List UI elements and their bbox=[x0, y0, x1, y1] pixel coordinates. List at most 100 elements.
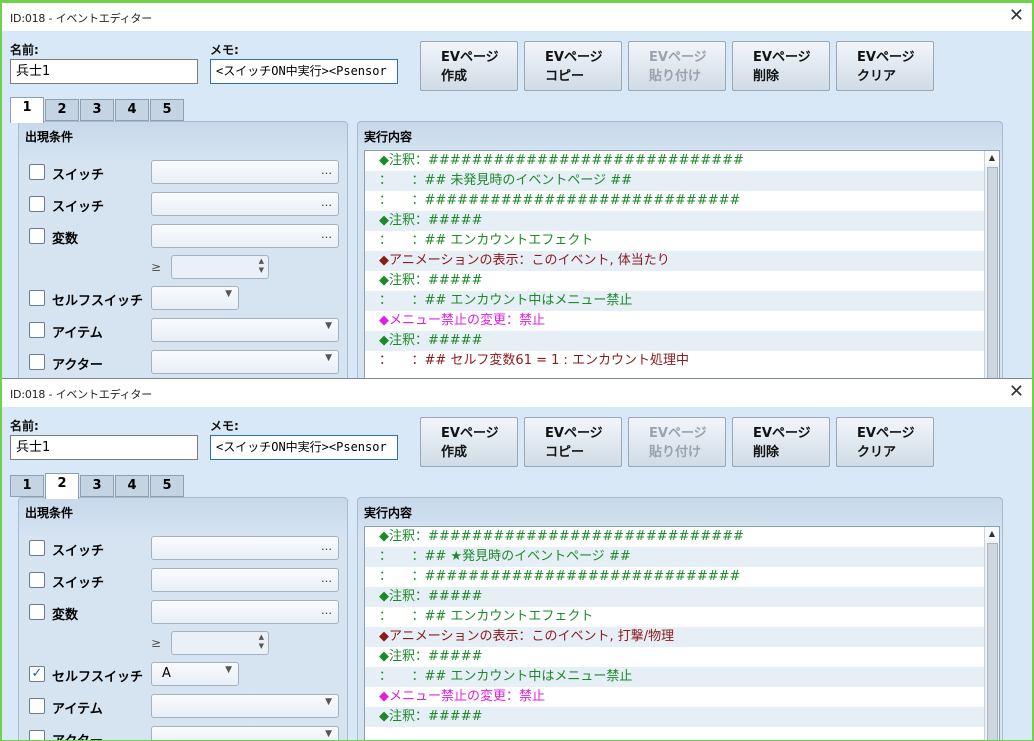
scroll-thumb[interactable] bbox=[987, 167, 998, 379]
ev-page-clear-button[interactable]: EVページ クリア bbox=[836, 417, 934, 467]
command-line[interactable]: ◆注釈：##### bbox=[365, 271, 985, 291]
command-line[interactable]: ： ：## 未発見時のイベントページ ## bbox=[365, 171, 985, 191]
switch-1-select[interactable]: … bbox=[151, 160, 339, 184]
window-title: ID:018 - イベントエディター bbox=[10, 12, 153, 25]
switch-1-label: スイッチ bbox=[52, 544, 105, 559]
dropdown-arrow-icon: ▼ bbox=[225, 289, 232, 299]
ev-page-delete-button[interactable]: EVページ 削除 bbox=[732, 417, 830, 467]
variable-select[interactable]: … bbox=[151, 600, 339, 624]
conditions-panel: 出現条件 スイッチ … スイッチ … 変数 … ≥ ▲ ▼ ✓ セルフスイッチ A… bbox=[18, 497, 348, 740]
spinner-arrows-icon[interactable]: ▲ ▼ bbox=[259, 633, 264, 651]
switch-2-label: スイッチ bbox=[52, 200, 105, 215]
switch-1-select[interactable]: … bbox=[151, 536, 339, 560]
name-field[interactable]: 兵士1 bbox=[10, 435, 198, 460]
memo-field[interactable]: <スイッチON中実行><Psensor bbox=[210, 59, 398, 84]
ellipsis-icon: … bbox=[321, 164, 332, 177]
ev-page-create-button[interactable]: EVページ 作成 bbox=[420, 417, 518, 467]
self-switch-select[interactable]: ▼ bbox=[151, 286, 239, 310]
command-list[interactable]: ◆注釈：#############################： ：## ★… bbox=[364, 526, 1000, 740]
command-line[interactable]: ◆注釈：##### bbox=[365, 647, 985, 667]
switch-2-select[interactable]: … bbox=[151, 192, 339, 216]
command-line[interactable]: ： ：## エンカウントエフェクト bbox=[365, 231, 985, 251]
self-switch-checkbox[interactable]: ✓ bbox=[29, 666, 45, 682]
variable-value-spinner[interactable]: ▲ ▼ bbox=[171, 255, 269, 279]
command-line[interactable]: ◆メニュー禁止の変更：禁止 bbox=[365, 687, 985, 707]
actor-checkbox[interactable] bbox=[29, 730, 45, 740]
spinner-arrows-icon[interactable]: ▲ ▼ bbox=[259, 257, 264, 275]
command-line[interactable]: ： ：## ★発見時のイベントページ ## bbox=[365, 547, 985, 567]
switch-1-checkbox[interactable] bbox=[29, 164, 45, 180]
actor-checkbox[interactable] bbox=[29, 354, 45, 370]
self-switch-select[interactable]: A ▼ bbox=[151, 662, 239, 686]
scroll-up-icon[interactable]: ▲ bbox=[985, 527, 999, 541]
command-line[interactable]: ： ：############################# bbox=[365, 567, 985, 587]
switch-2-checkbox[interactable] bbox=[29, 572, 45, 588]
tab-page-4[interactable]: 4 bbox=[115, 99, 149, 121]
dropdown-arrow-icon: ▼ bbox=[325, 353, 332, 363]
variable-select[interactable]: … bbox=[151, 224, 339, 248]
title-bar[interactable]: ID:018 - イベントエディター ✕ bbox=[2, 379, 1032, 407]
tab-page-5[interactable]: 5 bbox=[150, 475, 184, 497]
variable-checkbox[interactable] bbox=[29, 604, 45, 620]
tab-page-2[interactable]: 2 bbox=[45, 473, 79, 499]
command-line[interactable]: ： ：## セルフ変数61 = 1 : エンカウント処理中 bbox=[365, 351, 985, 371]
ev-page-create-button[interactable]: EVページ 作成 bbox=[420, 41, 518, 91]
tab-page-1[interactable]: 1 bbox=[10, 475, 44, 497]
memo-field[interactable]: <スイッチON中実行><Psensor bbox=[210, 435, 398, 460]
event-editor-window-1: ID:018 - イベントエディター ✕ 名前: 兵士1 メモ: <スイッチON… bbox=[2, 2, 1032, 379]
name-field[interactable]: 兵士1 bbox=[10, 59, 198, 84]
command-line[interactable]: ◆注釈：############################# bbox=[365, 151, 985, 171]
command-line[interactable]: ◆注釈：############################# bbox=[365, 527, 985, 547]
command-line[interactable]: ： ：## エンカウント中はメニュー禁止 bbox=[365, 667, 985, 687]
command-line[interactable]: ： ：## エンカウント中はメニュー禁止 bbox=[365, 291, 985, 311]
ev-page-clear-button[interactable]: EVページ クリア bbox=[836, 41, 934, 91]
command-line[interactable]: ◆注釈：##### bbox=[365, 331, 985, 351]
vertical-scrollbar[interactable]: ▲ bbox=[984, 527, 999, 740]
ev-page-copy-button[interactable]: EVページ コピー bbox=[524, 41, 622, 91]
tab-page-3[interactable]: 3 bbox=[80, 475, 114, 497]
switch-2-select[interactable]: … bbox=[151, 568, 339, 592]
command-line[interactable]: ◆メニュー禁止の変更：禁止 bbox=[365, 311, 985, 331]
item-select[interactable]: ▼ bbox=[151, 694, 339, 718]
item-label: アイテム bbox=[52, 702, 103, 717]
ev-page-copy-button[interactable]: EVページ コピー bbox=[524, 417, 622, 467]
command-line[interactable]: ◆アニメーションの表示：このイベント, 体当たり bbox=[365, 251, 985, 271]
switch-1-checkbox[interactable] bbox=[29, 540, 45, 556]
tab-page-2[interactable]: 2 bbox=[45, 99, 79, 121]
actor-select[interactable]: ▼ bbox=[151, 350, 339, 374]
ev-page-delete-button[interactable]: EVページ 削除 bbox=[732, 41, 830, 91]
ev-page-paste-button: EVページ 貼り付け bbox=[628, 417, 726, 467]
variable-checkbox[interactable] bbox=[29, 228, 45, 244]
scroll-up-icon[interactable]: ▲ bbox=[985, 151, 999, 165]
tab-page-4[interactable]: 4 bbox=[115, 475, 149, 497]
command-line[interactable]: ： ：## エンカウントエフェクト bbox=[365, 607, 985, 627]
command-line[interactable]: ◆注釈：##### bbox=[365, 211, 985, 231]
variable-label: 変数 bbox=[52, 608, 79, 623]
tab-page-5[interactable]: 5 bbox=[150, 99, 184, 121]
item-select[interactable]: ▼ bbox=[151, 318, 339, 342]
command-line[interactable]: ： ：############################# bbox=[365, 191, 985, 211]
command-line[interactable]: ◆アニメーションの表示：このイベント, 打撃/物理 bbox=[365, 627, 985, 647]
title-bar[interactable]: ID:018 - イベントエディター ✕ bbox=[2, 3, 1032, 31]
event-editor-window-2: ID:018 - イベントエディター ✕ 名前: 兵士1 メモ: <スイッチON… bbox=[2, 378, 1032, 740]
command-list[interactable]: ◆注釈：#############################： ：## 未… bbox=[364, 150, 1000, 379]
command-line[interactable]: ◆注釈：##### bbox=[365, 707, 985, 727]
close-icon[interactable]: ✕ bbox=[1009, 381, 1024, 403]
conditions-title: 出現条件 bbox=[25, 130, 74, 144]
command-line[interactable]: ◆注釈：##### bbox=[365, 587, 985, 607]
close-icon[interactable]: ✕ bbox=[1009, 5, 1024, 27]
execution-title: 実行内容 bbox=[364, 506, 413, 520]
tab-page-3[interactable]: 3 bbox=[80, 99, 114, 121]
switch-2-checkbox[interactable] bbox=[29, 196, 45, 212]
item-checkbox[interactable] bbox=[29, 698, 45, 714]
scroll-thumb[interactable] bbox=[987, 543, 998, 740]
name-label: 名前: bbox=[10, 419, 39, 433]
variable-value-spinner[interactable]: ▲ ▼ bbox=[171, 631, 269, 655]
self-switch-label: セルフスイッチ bbox=[52, 294, 144, 309]
self-switch-checkbox[interactable] bbox=[29, 290, 45, 306]
ellipsis-icon: … bbox=[321, 196, 332, 209]
item-checkbox[interactable] bbox=[29, 322, 45, 338]
vertical-scrollbar[interactable]: ▲ bbox=[984, 151, 999, 379]
actor-select[interactable]: ▼ bbox=[151, 726, 339, 740]
tab-page-1[interactable]: 1 bbox=[10, 97, 44, 123]
